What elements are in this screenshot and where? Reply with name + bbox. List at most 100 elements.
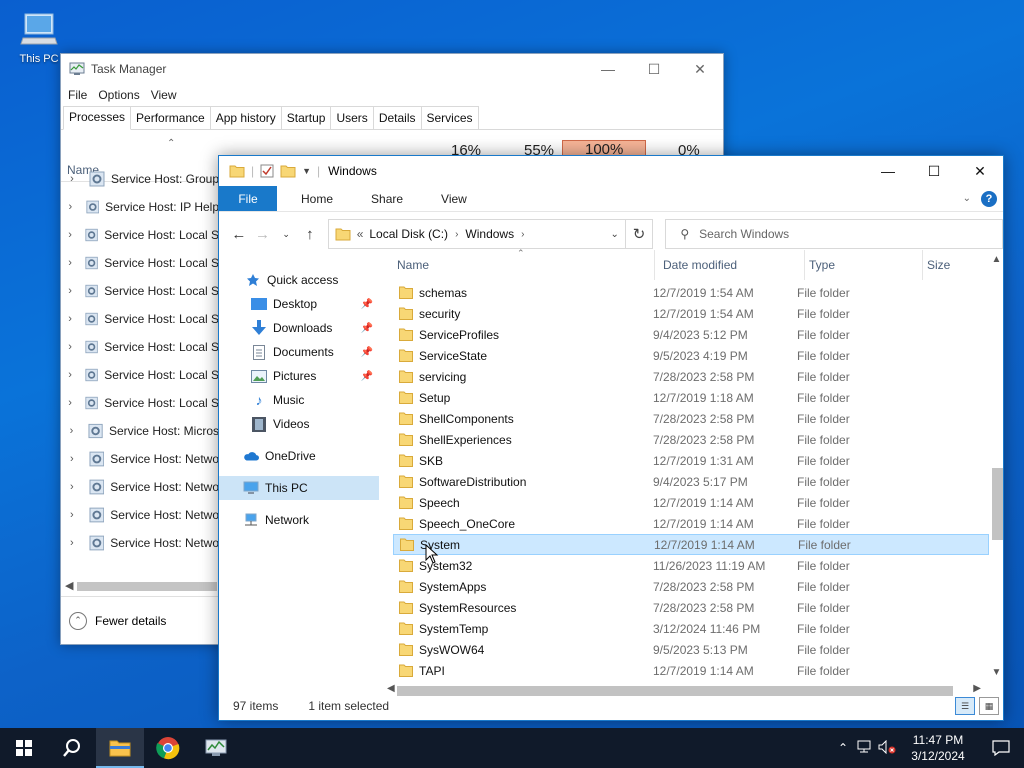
nav-quick-access[interactable]: Quick access xyxy=(219,268,379,292)
process-row[interactable]: › Service Host: Local S xyxy=(61,249,219,277)
column-header-type[interactable]: Type xyxy=(805,250,923,280)
customize-toolbar-icon[interactable]: ▼ xyxy=(302,166,311,176)
process-row[interactable]: ›Service Host: Netwo xyxy=(61,529,219,557)
process-row[interactable]: › Service Host: Local S xyxy=(61,305,219,333)
process-row[interactable]: › Service Host: Local S xyxy=(61,333,219,361)
chevron-right-icon[interactable]: › xyxy=(518,229,527,240)
file-row[interactable]: System 12/7/2019 1:14 AM File folder xyxy=(393,534,989,555)
pin-icon[interactable]: 📌 xyxy=(361,299,373,310)
scroll-left-icon[interactable]: ◀ xyxy=(65,579,73,592)
expand-chevron-icon[interactable]: › xyxy=(61,201,80,213)
column-header-date[interactable]: Date modified xyxy=(659,250,805,280)
task-manager-titlebar[interactable]: Task Manager — ☐ ✕ xyxy=(61,54,723,84)
menu-file[interactable]: File xyxy=(67,88,93,102)
tab-details[interactable]: Details xyxy=(372,106,422,129)
process-row[interactable]: › Service Host: IP Help xyxy=(61,193,219,221)
file-row[interactable]: Speech 12/7/2019 1:14 AM File folder xyxy=(393,492,989,513)
refresh-button[interactable]: ↻ xyxy=(625,219,654,249)
expand-chevron-icon[interactable]: › xyxy=(61,425,82,437)
file-row[interactable]: SoftwareDistribution 9/4/2023 5:17 PM File… xyxy=(393,471,989,492)
explorer-titlebar[interactable]: | ▼ | Windows — ☐ ✕ xyxy=(219,156,1003,186)
details-view-icon[interactable]: ☰ xyxy=(955,697,975,715)
tab-processes[interactable]: Processes xyxy=(63,106,132,130)
help-icon[interactable]: ? xyxy=(981,190,997,207)
expand-chevron-icon[interactable]: › xyxy=(61,229,79,241)
file-row[interactable]: schemas 12/7/2019 1:54 AM File folder xyxy=(393,282,989,303)
process-row[interactable]: › Service Host: Local S xyxy=(61,361,219,389)
address-bar[interactable]: « Local Disk (C:) › Windows › ⌄ xyxy=(327,219,626,249)
nav-desktop[interactable]: Desktop 📌 xyxy=(219,292,379,316)
tab-services[interactable]: Services xyxy=(420,106,479,129)
start-button[interactable] xyxy=(0,728,48,768)
forward-arrow-icon[interactable]: → xyxy=(251,226,275,243)
chevron-right-icon[interactable]: › xyxy=(452,229,461,240)
close-button[interactable]: ✕ xyxy=(957,156,1003,186)
desktop-icon-this-pc[interactable]: This PC xyxy=(12,10,66,65)
file-row[interactable]: SysWOW64 9/5/2023 5:13 PM File folder xyxy=(393,639,989,660)
expand-chevron-icon[interactable]: › xyxy=(61,453,83,465)
ribbon-share-tab[interactable]: Share xyxy=(357,186,417,211)
breadcrumb-windows[interactable]: Windows xyxy=(461,227,518,241)
file-row[interactable]: SKB 12/7/2019 1:31 AM File folder xyxy=(393,450,989,471)
expand-chevron-icon[interactable]: › xyxy=(61,341,79,353)
process-row[interactable]: ›Service Host: Netwo xyxy=(61,501,219,529)
volume-muted-icon[interactable] xyxy=(876,739,898,757)
nav-videos[interactable]: Videos xyxy=(219,412,379,436)
nav-music[interactable]: ♪ Music xyxy=(219,388,379,412)
expand-chevron-icon[interactable]: › xyxy=(61,313,79,325)
expand-chevron-icon[interactable]: › xyxy=(61,537,83,549)
menu-options[interactable]: Options xyxy=(97,88,145,102)
large-icons-view-icon[interactable]: ▦ xyxy=(979,697,999,715)
file-row[interactable]: TAPI 12/7/2019 1:14 AM File folder xyxy=(393,660,989,678)
breadcrumb-local-disk[interactable]: Local Disk (C:) xyxy=(365,227,452,241)
file-row[interactable]: SystemApps 7/28/2023 2:58 PM File folder xyxy=(393,576,989,597)
minimize-button[interactable]: — xyxy=(865,156,911,186)
menu-view[interactable]: View xyxy=(150,88,183,102)
minimize-button[interactable]: — xyxy=(585,54,631,84)
search-box[interactable]: ⚲ Search Windows xyxy=(665,219,1003,249)
ribbon-view-tab[interactable]: View xyxy=(427,186,481,211)
scroll-down-icon[interactable]: ▼ xyxy=(988,667,1005,678)
taskbar-task-manager[interactable] xyxy=(192,728,240,768)
maximize-button[interactable]: ☐ xyxy=(911,156,957,186)
file-row[interactable]: security 12/7/2019 1:54 AM File folder xyxy=(393,303,989,324)
nav-this-pc[interactable]: This PC xyxy=(219,476,379,500)
file-row[interactable]: ShellComponents 7/28/2023 2:58 PM File fol… xyxy=(393,408,989,429)
nav-documents[interactable]: Documents 📌 xyxy=(219,340,379,364)
new-folder-icon[interactable] xyxy=(280,164,296,178)
taskbar-chrome[interactable] xyxy=(144,728,192,768)
scroll-up-icon[interactable]: ▲ xyxy=(988,254,1005,265)
process-row[interactable]: ›Service Host: Netwo xyxy=(61,473,219,501)
vertical-scrollbar[interactable]: ▲ ▼ xyxy=(988,250,1005,680)
file-row[interactable]: Setup 12/7/2019 1:18 AM File folder xyxy=(393,387,989,408)
search-button[interactable] xyxy=(48,728,96,768)
pin-icon[interactable]: 📌 xyxy=(361,371,373,382)
taskbar-file-explorer[interactable] xyxy=(96,728,144,768)
nav-onedrive[interactable]: OneDrive xyxy=(219,444,379,468)
process-row[interactable]: › Service Host: Micros xyxy=(61,417,219,445)
process-row[interactable]: ›Service Host: Netwo xyxy=(61,445,219,473)
expand-chevron-icon[interactable]: › xyxy=(61,369,79,381)
overflow-crumb[interactable]: « xyxy=(355,227,366,241)
show-hidden-icons-icon[interactable]: ⌃ xyxy=(832,741,854,755)
properties-icon[interactable] xyxy=(260,164,274,178)
back-arrow-icon[interactable]: ← xyxy=(227,226,251,243)
up-arrow-icon[interactable]: ↑ xyxy=(298,226,322,243)
tab-performance[interactable]: Performance xyxy=(130,106,211,129)
scrollbar-thumb[interactable] xyxy=(77,582,217,591)
file-row[interactable]: Speech_OneCore 12/7/2019 1:14 AM File fold… xyxy=(393,513,989,534)
ribbon-home-tab[interactable]: Home xyxy=(287,186,347,211)
close-button[interactable]: ✕ xyxy=(677,54,723,84)
process-row[interactable]: › Service Host: Group xyxy=(61,165,219,193)
nav-network[interactable]: Network xyxy=(219,508,379,532)
expand-chevron-icon[interactable]: › xyxy=(61,257,79,269)
expand-chevron-icon[interactable]: › xyxy=(61,509,83,521)
column-header-size[interactable]: Size xyxy=(923,250,989,280)
nav-pictures[interactable]: Pictures 📌 xyxy=(219,364,379,388)
expand-chevron-icon[interactable]: › xyxy=(61,285,79,297)
tab-app-history[interactable]: App history xyxy=(209,106,282,129)
process-row[interactable]: ›Service Host: Netwo xyxy=(61,557,219,561)
expand-chevron-icon[interactable]: › xyxy=(61,397,79,409)
network-status-icon[interactable] xyxy=(854,740,876,757)
horizontal-scrollbar[interactable]: ◀ xyxy=(61,578,219,594)
